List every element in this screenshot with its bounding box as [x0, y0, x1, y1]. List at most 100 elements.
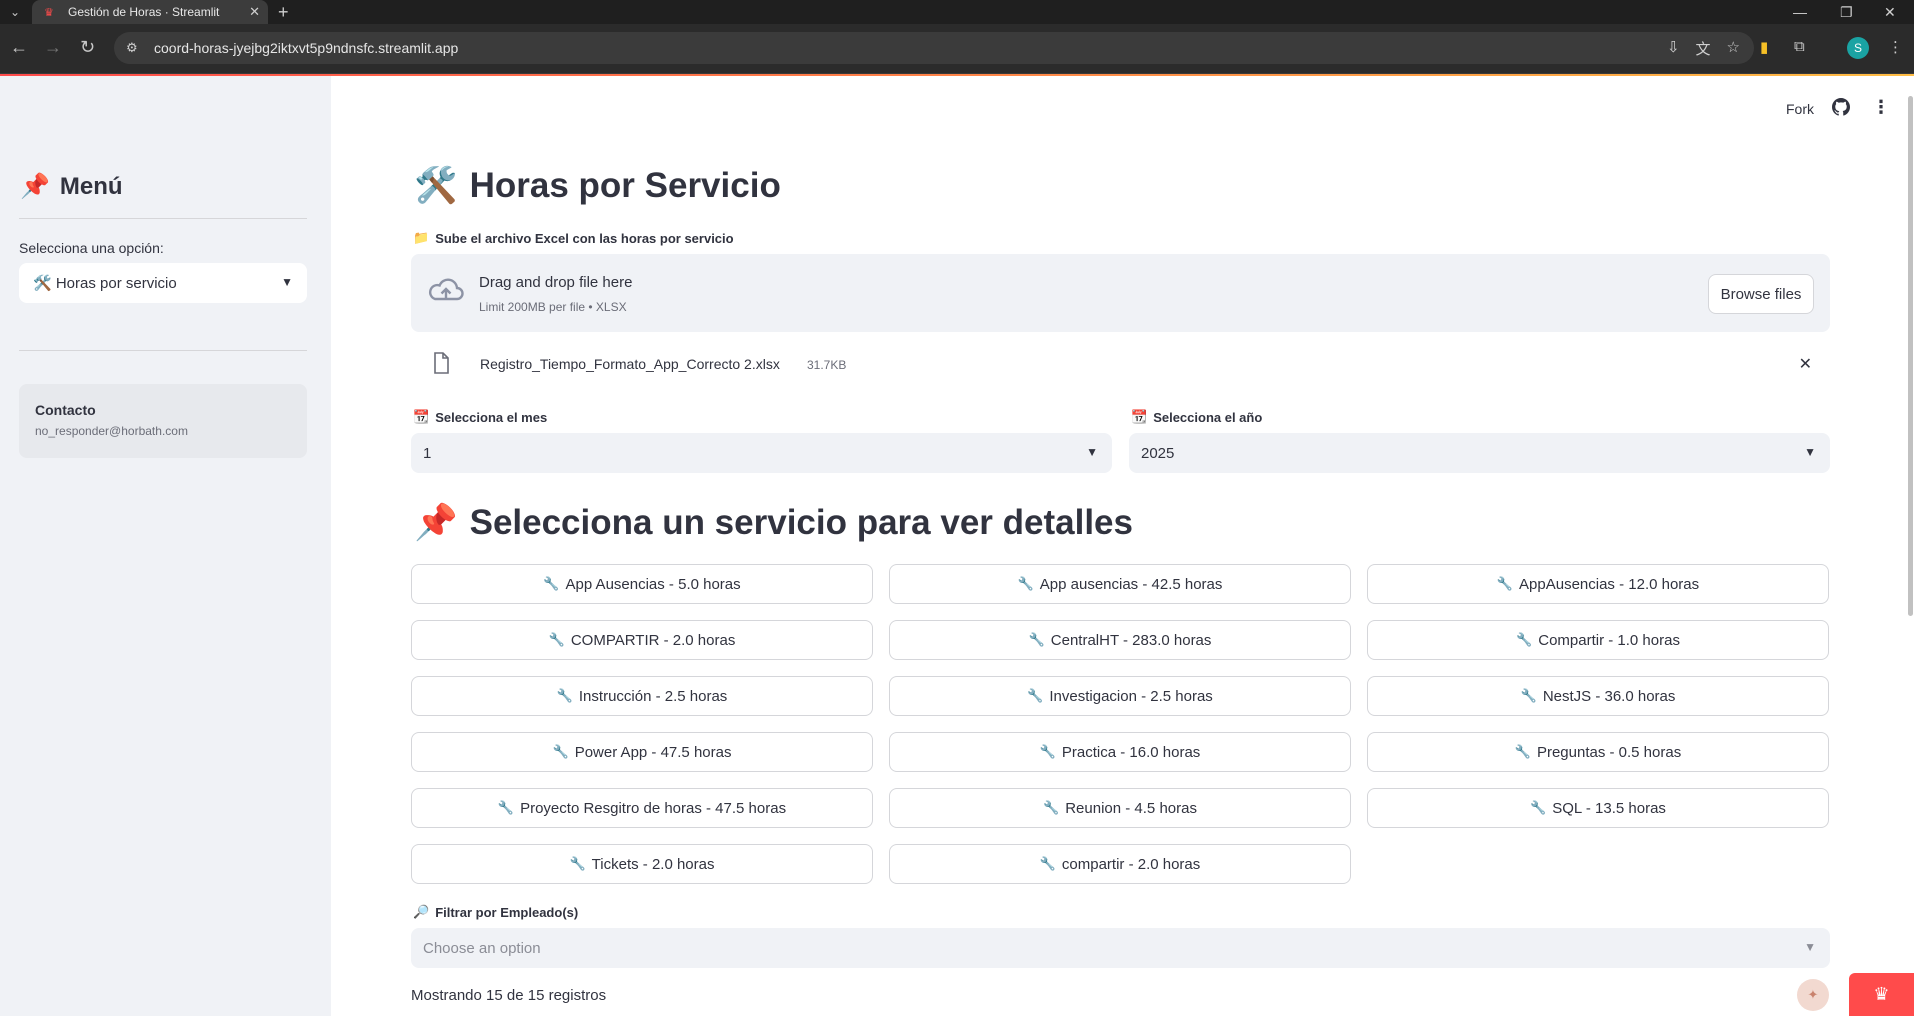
- chevron-down-icon: ▼: [1804, 445, 1816, 459]
- bookmark-star-icon[interactable]: ☆: [1727, 38, 1740, 59]
- sidebar-title: 📌 Menú: [20, 172, 123, 201]
- extension-icon[interactable]: ▮: [1760, 38, 1768, 56]
- section-title: 📌 Selecciona un servicio para ver detall…: [414, 502, 1133, 543]
- wrench-icon: 🔧: [556, 688, 573, 703]
- dropzone-text: Drag and drop file here: [479, 274, 633, 291]
- pushpin-icon: 📌: [20, 173, 50, 200]
- wrench-icon: 🔧: [1496, 576, 1514, 591]
- streamlit-favicon-icon: ♛: [44, 6, 54, 19]
- browser-tab-bar: ⌄ ♛ Gestión de Horas · Streamlit ✕ + — ❐…: [0, 0, 1914, 24]
- contact-email: no_responder@horbath.com: [35, 424, 188, 438]
- service-button[interactable]: 🔧 Power App - 47.5 horas: [411, 732, 873, 772]
- service-button[interactable]: 🔧 Investigacion - 2.5 horas: [889, 676, 1351, 716]
- file-name: Registro_Tiempo_Formato_App_Correcto 2.x…: [480, 356, 780, 372]
- remove-file-icon[interactable]: ✕: [1799, 354, 1812, 374]
- restore-icon[interactable]: ❐: [1840, 0, 1853, 24]
- menu-select[interactable]: 🛠️ Horas por servicio ▼: [19, 263, 307, 303]
- month-select[interactable]: 1 ▼: [411, 433, 1112, 473]
- minimize-icon[interactable]: —: [1793, 0, 1807, 24]
- service-button[interactable]: 🔧 Tickets - 2.0 horas: [411, 844, 873, 884]
- wrench-icon: 🔧: [569, 856, 586, 871]
- employee-filter-label: 🔎 Filtrar por Empleado(s): [413, 904, 579, 920]
- page-title: 🛠️ Horas por Servicio: [414, 165, 781, 206]
- wrench-icon: 🔧: [548, 632, 565, 647]
- service-button[interactable]: 🔧 Instrucción - 2.5 horas: [411, 676, 873, 716]
- divider: [19, 218, 307, 219]
- service-button[interactable]: 🔧 CentralHT - 283.0 horas: [889, 620, 1351, 660]
- service-button[interactable]: 🔧 Compartir - 1.0 horas: [1367, 620, 1829, 660]
- service-button[interactable]: 🔧 COMPARTIR - 2.0 horas: [411, 620, 873, 660]
- divider: [19, 350, 307, 351]
- wrench-icon: 🔧: [1039, 744, 1056, 759]
- service-button[interactable]: 🔧 AppAusencias - 12.0 horas: [1367, 564, 1829, 604]
- wrench-icon: 🔧: [1027, 688, 1044, 703]
- scrollbar-thumb[interactable]: [1908, 96, 1913, 616]
- contact-title: Contacto: [35, 402, 96, 418]
- service-button[interactable]: 🔧 App Ausencias - 5.0 horas: [411, 564, 873, 604]
- wrench-icon: 🔧: [1514, 744, 1531, 759]
- translate-icon[interactable]: 文: [1696, 38, 1711, 59]
- chevron-down-icon: ▼: [281, 275, 293, 289]
- tab-close-icon[interactable]: ✕: [249, 4, 260, 20]
- service-button[interactable]: 🔧 NestJS - 36.0 horas: [1367, 676, 1829, 716]
- url-omnibox[interactable]: ⚙ coord-horas-jyejbg2iktxvt5p9ndnsfc.str…: [114, 32, 1754, 64]
- window-close-icon[interactable]: ✕: [1884, 0, 1896, 24]
- browse-files-button[interactable]: Browse files: [1708, 274, 1814, 314]
- back-icon[interactable]: ←: [10, 37, 28, 58]
- wrench-icon: 🔧: [1520, 688, 1537, 703]
- chevron-down-icon: ▼: [1086, 445, 1098, 459]
- records-count-text: Mostrando 15 de 15 registros: [411, 987, 607, 1004]
- contact-card: Contacto no_responder@horbath.com: [19, 384, 307, 458]
- extensions-puzzle-icon[interactable]: ⧉: [1794, 38, 1805, 55]
- url-text: coord-horas-jyejbg2iktxvt5p9ndnsfc.strea…: [154, 40, 459, 56]
- service-button[interactable]: 🔧 Reunion - 4.5 horas: [889, 788, 1351, 828]
- profile-avatar[interactable]: S: [1847, 37, 1869, 59]
- github-icon[interactable]: [1832, 98, 1850, 116]
- new-tab-icon[interactable]: +: [278, 0, 289, 24]
- service-button[interactable]: 🔧 SQL - 13.5 horas: [1367, 788, 1829, 828]
- wrench-icon: 🔧: [552, 744, 569, 759]
- wrench-icon: 🔧: [1028, 632, 1045, 647]
- manage-app-icon[interactable]: ✦: [1797, 979, 1829, 1011]
- main-menu-icon[interactable]: ⋮: [1872, 97, 1890, 118]
- employee-multiselect[interactable]: Choose an option ▼: [411, 928, 1830, 968]
- uploaded-file: Registro_Tiempo_Formato_App_Correcto 2.x…: [411, 348, 1830, 380]
- file-dropzone[interactable]: Drag and drop file here Limit 200MB per …: [411, 254, 1830, 332]
- cloud-upload-icon: [429, 278, 464, 301]
- tab-search-icon[interactable]: ⌄: [2, 0, 28, 24]
- wrench-icon: 🔧: [1530, 800, 1547, 815]
- file-size: 31.7KB: [807, 358, 847, 372]
- wrench-icon: 🔧: [1039, 856, 1056, 871]
- forward-icon[interactable]: →: [44, 37, 62, 58]
- chevron-down-icon: ▼: [1804, 940, 1816, 954]
- tab-title: Gestión de Horas · Streamlit: [68, 5, 220, 19]
- install-app-icon[interactable]: ⇩: [1667, 38, 1680, 59]
- wrench-icon: 🔧: [543, 576, 560, 591]
- magnifier-icon: 🔎: [413, 904, 430, 919]
- service-button[interactable]: 🔧 Practica - 16.0 horas: [889, 732, 1351, 772]
- service-button[interactable]: 🔧 App ausencias - 42.5 horas: [889, 564, 1351, 604]
- site-settings-icon[interactable]: ⚙: [126, 40, 144, 56]
- browser-tab[interactable]: ♛ Gestión de Horas · Streamlit ✕: [32, 0, 268, 24]
- month-label: 📆 Selecciona el mes: [413, 409, 548, 425]
- streamlit-crown-icon[interactable]: ♛: [1849, 973, 1914, 1016]
- address-bar: ← → ↻ ⚙ coord-horas-jyejbg2iktxvt5p9ndns…: [0, 24, 1914, 74]
- file-icon: [434, 352, 449, 374]
- reload-icon[interactable]: ↻: [80, 37, 95, 58]
- calendar-icon: 📆: [413, 409, 430, 424]
- tools-icon: 🛠️: [414, 166, 458, 205]
- service-button-grid: 🔧 App Ausencias - 5.0 horas 🔧 App ausencia…: [411, 564, 1830, 884]
- year-select[interactable]: 2025 ▼: [1129, 433, 1830, 473]
- service-button[interactable]: 🔧 Proyecto Resgitro de horas - 47.5 horas: [411, 788, 873, 828]
- service-button[interactable]: 🔧 compartir - 2.0 horas: [889, 844, 1351, 884]
- fork-button[interactable]: Fork: [1786, 101, 1814, 117]
- year-label: 📆 Selecciona el año: [1131, 409, 1263, 425]
- uploader-label: 📁 Sube el archivo Excel con las horas po…: [413, 230, 734, 246]
- calendar-icon: 📆: [1131, 409, 1148, 424]
- wrench-icon: 🔧: [1043, 800, 1060, 815]
- browser-menu-icon[interactable]: ⋮: [1888, 38, 1903, 56]
- wrench-icon: 🔧: [1516, 632, 1533, 647]
- service-button[interactable]: 🔧 Preguntas - 0.5 horas: [1367, 732, 1829, 772]
- dropzone-limit: Limit 200MB per file • XLSX: [479, 300, 627, 314]
- select-option-label: Selecciona una opción:: [19, 240, 164, 256]
